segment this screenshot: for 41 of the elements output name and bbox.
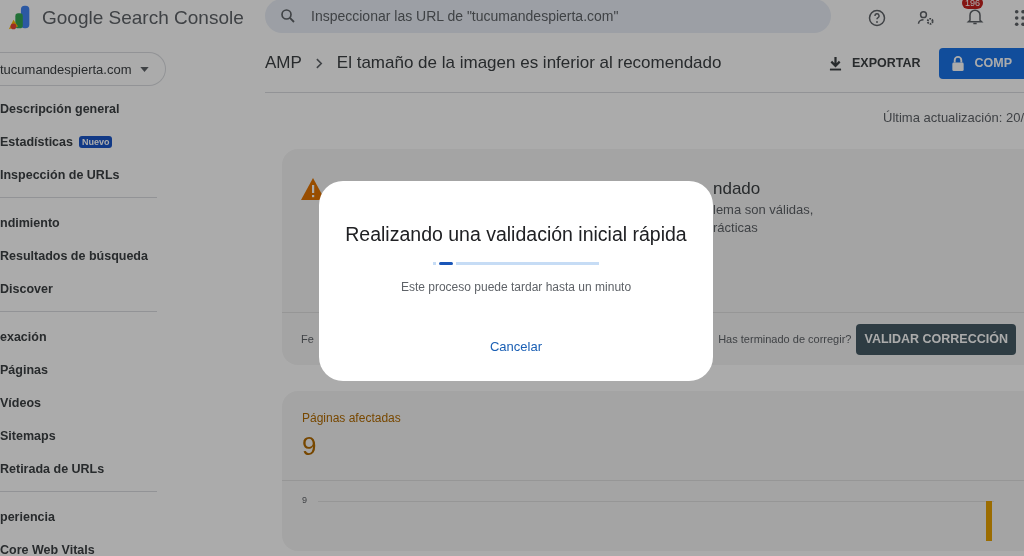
product-name: Google Search Console xyxy=(42,7,244,29)
cancel-button[interactable]: Cancelar xyxy=(482,335,550,358)
page-title: El tamaño de la imagen es inferior al recomendado xyxy=(336,53,722,73)
lock-icon xyxy=(950,54,965,72)
nav-item[interactable]: Sitemaps xyxy=(0,428,56,443)
chevron-icon xyxy=(315,57,323,69)
export-button[interactable]: EXPORTAR xyxy=(822,49,927,77)
issue-description: rácticas xyxy=(713,220,759,235)
section-heading: exación xyxy=(0,328,48,346)
nav-item[interactable]: Estadísticas xyxy=(0,134,73,149)
section-heading: ndimiento xyxy=(0,214,61,232)
affected-pages-count: 9 xyxy=(302,431,318,462)
caret-icon xyxy=(140,66,149,72)
affected-pages-label: Páginas afectadas xyxy=(302,411,402,425)
first-detected-label: Fe xyxy=(301,333,314,345)
nav-item[interactable]: Páginas xyxy=(0,362,48,377)
section-heading: periencia xyxy=(0,508,56,526)
nav-item[interactable]: Retirada de URLs xyxy=(0,461,105,476)
nav-item[interactable]: Core Web Vitals xyxy=(0,542,95,556)
nav-item[interactable]: Inspección de URLs xyxy=(0,167,120,182)
nav-item[interactable]: Discover xyxy=(0,281,53,296)
search-field[interactable]: Inspeccionar las URL de "tucumandespierta.com" xyxy=(265,0,831,33)
nav-item[interactable]: Descripción general xyxy=(0,101,120,116)
validate-fix-button[interactable]: VALIDAR CORRECCIÓN xyxy=(856,323,1016,355)
download-icon xyxy=(828,55,842,71)
nav-item[interactable]: Resultados de búsqueda xyxy=(0,248,148,263)
issue-description: lema son válidas, xyxy=(713,202,814,217)
help-icon[interactable] xyxy=(867,8,887,28)
user-settings-icon[interactable] xyxy=(916,8,936,28)
dialog-title: Realizando una validación inicial rápida xyxy=(345,223,687,246)
primary-button[interactable]: COMP xyxy=(938,47,1024,79)
notification-count: 196 xyxy=(962,0,984,9)
issue-title: ndado xyxy=(713,179,762,199)
new-tag: Nuevo xyxy=(78,135,113,148)
dialog-message: Este proceso puede tardar hasta un minuto xyxy=(400,280,632,294)
breadcrumb-link[interactable]: AMP xyxy=(265,53,302,73)
axis-tick-label: 9 xyxy=(302,495,307,505)
nav-item[interactable]: Vídeos xyxy=(0,395,41,410)
chart-bar xyxy=(986,501,992,541)
fix-prompt: Has terminado de corregir? xyxy=(718,333,852,345)
last-updated: Última actualización: 20/ xyxy=(882,109,1024,127)
